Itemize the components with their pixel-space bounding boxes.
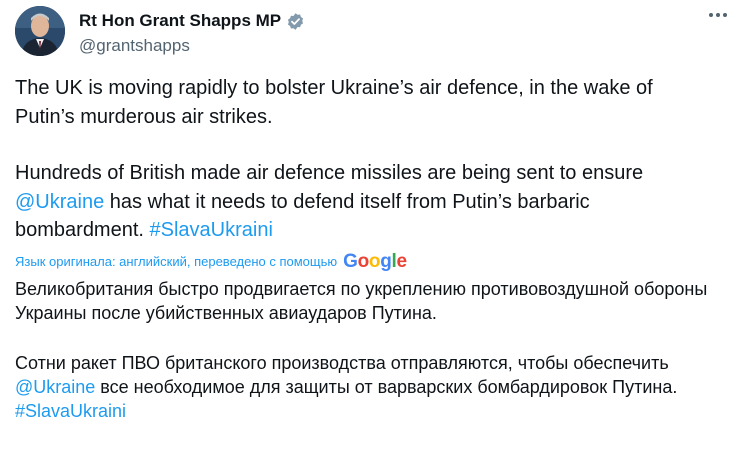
mention-link[interactable]: @Ukraine xyxy=(15,377,95,397)
profile-photo-icon xyxy=(15,6,65,56)
google-logo: Google xyxy=(343,250,407,272)
author-info: Rt Hon Grant Shapps MP @grantshapps xyxy=(79,10,725,56)
tweet-header: Rt Hon Grant Shapps MP @grantshapps xyxy=(15,6,725,58)
more-options-icon[interactable] xyxy=(705,4,731,26)
tweet-paragraph-2: Hundreds of British made air defence mis… xyxy=(15,159,717,245)
tweet-text: Hundreds of British made air defence mis… xyxy=(15,162,644,184)
translated-paragraph-1: Великобритания быстро продвигается по ук… xyxy=(15,278,708,323)
tweet-paragraph-1: The UK is moving rapidly to bolster Ukra… xyxy=(15,77,653,128)
translated-text: все необходимое для защиты от варварских… xyxy=(95,376,678,397)
translated-text: Сотни ракет ПВО британского производства… xyxy=(15,352,669,373)
translation-attribution: Язык оригинала: английский, переведено с… xyxy=(15,249,717,275)
translated-paragraph-2: Сотни ракет ПВО британского производства… xyxy=(15,351,717,423)
mention-link[interactable]: @Ukraine xyxy=(15,191,104,213)
hashtag-link[interactable]: #SlavaUkraini xyxy=(150,219,273,241)
tweet: Rt Hon Grant Shapps MP @grantshapps The … xyxy=(0,0,737,467)
name-row: Rt Hon Grant Shapps MP xyxy=(79,10,725,32)
avatar[interactable] xyxy=(15,6,65,56)
hashtag-link[interactable]: #SlavaUkraini xyxy=(15,401,126,421)
user-handle[interactable]: @grantshapps xyxy=(79,36,725,56)
translation-label[interactable]: Язык оригинала: английский, переведено с… xyxy=(15,254,337,269)
verified-badge-icon[interactable] xyxy=(286,12,305,31)
display-name[interactable]: Rt Hon Grant Shapps MP xyxy=(79,11,281,31)
tweet-body: The UK is moving rapidly to bolster Ukra… xyxy=(15,74,717,423)
